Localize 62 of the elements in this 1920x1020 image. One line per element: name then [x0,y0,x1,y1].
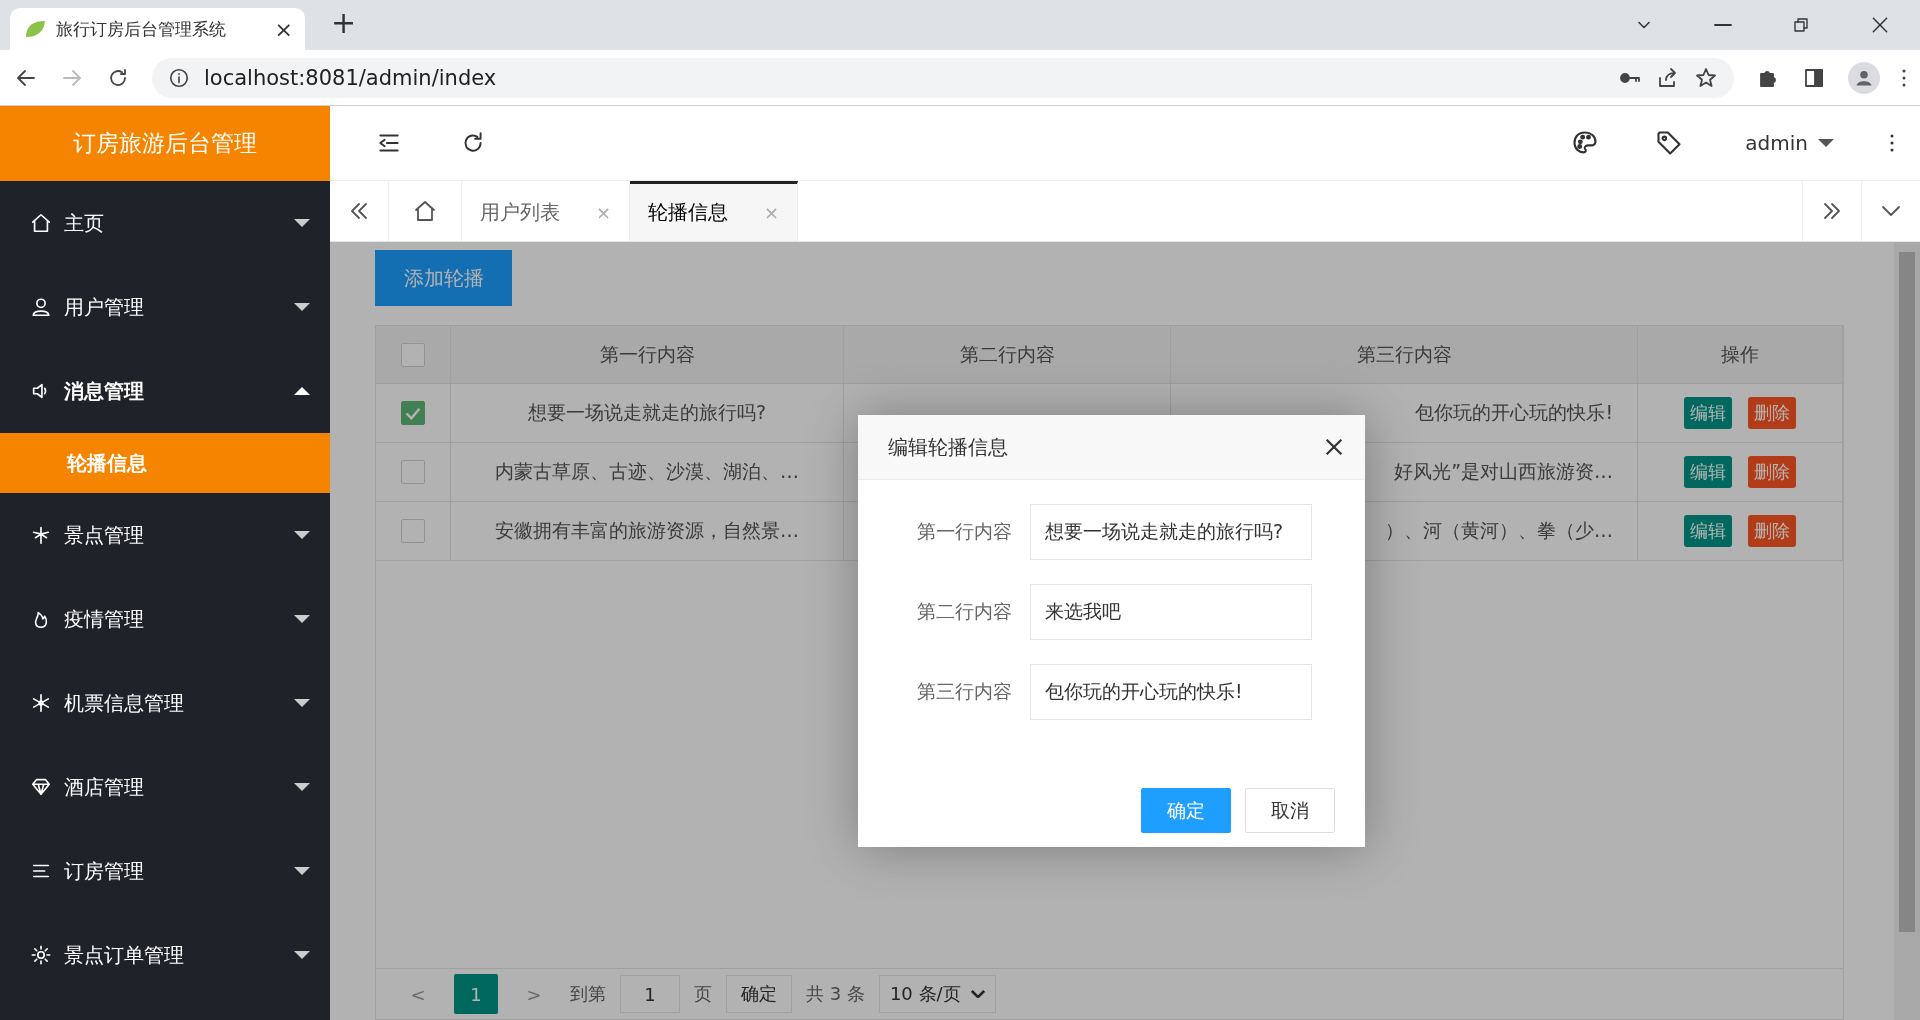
new-tab-button[interactable]: + [331,8,357,38]
info-icon [168,66,190,89]
checkbox[interactable] [401,401,425,425]
field-label: 第一行内容 [916,519,1013,544]
sidebar-item[interactable]: 订房管理 [0,829,330,913]
total-count: 共 3 条 [806,982,865,1006]
table-cell: 内蒙古草原、古迹、沙漠、湖泊、… [451,443,844,502]
page-label: 页 [694,982,712,1006]
sidebar-item[interactable]: 疫情管理 [0,577,330,661]
profile-avatar[interactable] [1848,61,1880,94]
user-menu[interactable]: admin [1739,130,1840,156]
input-field[interactable]: 来选我吧 [1030,584,1312,640]
home-icon [30,212,52,234]
close-tab-button[interactable]: × [274,16,293,42]
snowflake-icon [30,692,52,714]
column-header: 第三行内容 [1171,326,1638,384]
field-label: 第三行内容 [916,679,1013,704]
restore-icon [1792,16,1810,34]
goto-label: 到第 [570,982,606,1006]
input-field[interactable]: 包你玩的开心玩的快乐! [1030,664,1312,720]
go-button[interactable]: 确定 [726,975,792,1013]
leaf-icon [24,19,46,39]
column-header: 操作 [1638,326,1843,384]
close-icon [1870,15,1890,35]
page-tab[interactable]: 轮播信息 × [630,181,798,241]
tab-label: 轮播信息 [648,199,728,226]
tab-label: 用户列表 [480,199,560,226]
column-header: 第一行内容 [451,326,844,384]
sidebar-item[interactable]: 景点管理 [0,493,330,577]
home-icon [413,199,437,223]
caret-icon [970,990,985,998]
sidebar-item[interactable]: 景点订单管理 [0,913,330,997]
column-header: 第二行内容 [844,326,1171,384]
input-field[interactable]: 想要一场说走就走的旅行吗? [1030,504,1312,560]
checkbox[interactable] [401,342,425,367]
sidebar-item[interactable]: 主页 [0,181,330,265]
checkbox[interactable] [401,460,425,484]
star-icon [1694,65,1718,90]
sidebar-item[interactable]: 消息管理 [0,349,330,433]
sidebar-item[interactable]: 酒店管理 [0,745,330,829]
scrollbar[interactable] [1894,242,1920,1020]
table-cell: 安徽拥有丰富的旅游资源，自然景… [451,502,844,561]
table-cell: 想要一场说走就走的旅行吗? [451,384,844,443]
checkbox[interactable] [401,519,425,543]
more-icon [1890,134,1894,152]
tab-title: 旅行订房后台管理系统 [56,17,227,41]
user-icon [30,296,52,318]
address-bar[interactable]: localhost:8081/admin/index [152,57,1734,98]
dialog-title: 编辑轮播信息 [888,433,1008,461]
cancel-button[interactable]: 取消 [1245,788,1335,833]
sidebar-item[interactable]: 用户管理 [0,265,330,349]
app-logo-text: 订房旅游后台管理 [0,106,330,181]
more-icon [1902,68,1906,87]
field-label: 第二行内容 [916,599,1013,624]
check-icon [405,406,421,420]
minimize-icon [1714,24,1732,26]
diamond-icon [30,776,52,798]
close-button[interactable] [1323,436,1345,458]
page-input[interactable]: 1 [620,975,680,1013]
page-size-select[interactable]: 10 条/页 [878,975,996,1013]
browser-tab[interactable]: 旅行订房后台管理系统 × [10,8,305,50]
sidebar-item[interactable]: 机票信息管理 [0,661,330,745]
